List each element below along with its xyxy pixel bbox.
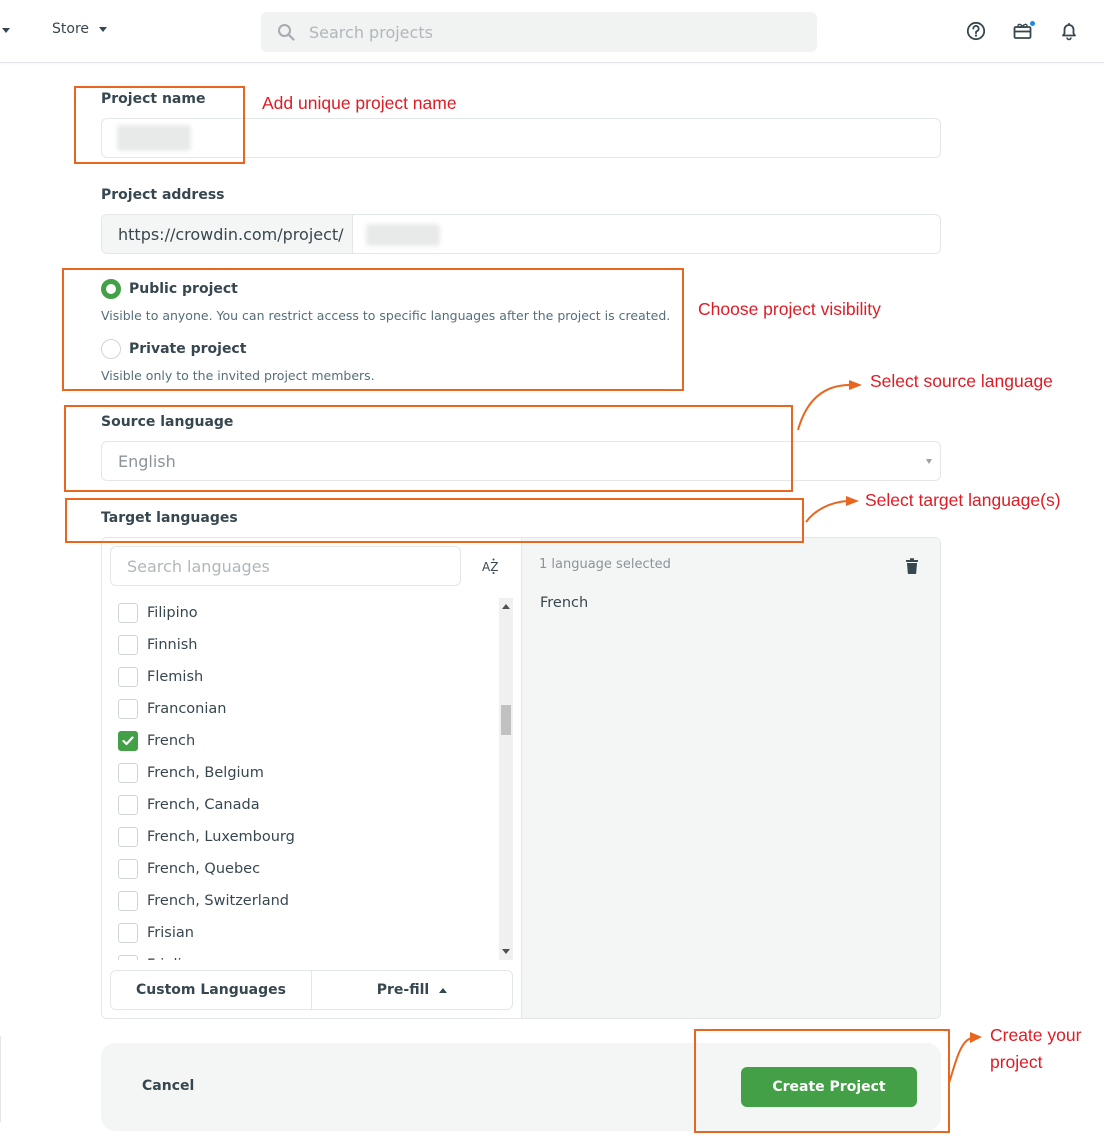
- language-name: French, Quebec: [147, 861, 261, 877]
- language-list: Filipino Finnish Flemish Franconian Fren…: [102, 598, 502, 960]
- annotation-box-target-languages: [65, 498, 804, 543]
- checkbox[interactable]: [118, 955, 138, 960]
- help-circle-icon[interactable]: [965, 20, 987, 42]
- language-item[interactable]: Filipino: [118, 601, 198, 625]
- selected-language-item: French: [540, 595, 589, 611]
- redacted-project-address: [366, 224, 440, 246]
- language-actions: Custom Languages Pre-fill: [110, 970, 513, 1010]
- language-item[interactable]: Friulian: [118, 953, 200, 960]
- language-name: Franconian: [147, 701, 227, 717]
- chevron-down-icon: [99, 26, 108, 32]
- language-item[interactable]: French, Switzerland: [118, 889, 289, 913]
- language-name: French, Canada: [147, 797, 260, 813]
- target-languages-panel: AZ Filipino Finnish Flemish Franconian F…: [101, 537, 941, 1019]
- project-address-field[interactable]: https://crowdin.com/project/: [101, 214, 941, 254]
- annotation-box-create-project: [694, 1029, 950, 1133]
- trash-icon: [906, 558, 918, 575]
- notification-dot: [1030, 21, 1035, 26]
- cancel-button[interactable]: Cancel: [142, 1078, 194, 1094]
- search-projects-field[interactable]: [261, 12, 817, 52]
- svg-text:AZ: AZ: [482, 560, 498, 574]
- language-name: French: [147, 733, 196, 749]
- annotation-visibility-hint: Choose project visibility: [698, 299, 881, 319]
- language-item[interactable]: French, Belgium: [118, 761, 264, 785]
- top-navigation-bar: Store: [0, 0, 1104, 63]
- arrow-target-languages: [805, 496, 859, 523]
- annotation-name-hint: Add unique project name: [262, 93, 457, 113]
- store-label: Store: [52, 21, 90, 37]
- language-name: French, Luxembourg: [147, 829, 295, 845]
- annotation-box-visibility: [62, 268, 684, 391]
- language-item[interactable]: French, Quebec: [118, 857, 260, 881]
- checkbox[interactable]: [118, 763, 138, 783]
- language-name: Friulian: [147, 957, 200, 960]
- search-icon: [278, 24, 295, 41]
- annotation-create-hint-line2: project: [990, 1052, 1043, 1072]
- custom-languages-button[interactable]: Custom Languages: [111, 971, 311, 1009]
- annotation-create-hint-line1: Create your: [990, 1025, 1082, 1045]
- annotation-box-source-language: [64, 405, 793, 492]
- checkbox[interactable]: [118, 891, 138, 911]
- checkbox[interactable]: [118, 635, 138, 655]
- language-item[interactable]: French: [118, 729, 195, 753]
- annotation-source-hint: Select source language: [870, 371, 1053, 391]
- scroll-up-arrow-icon[interactable]: [502, 604, 510, 609]
- available-languages-pane: AZ Filipino Finnish Flemish Franconian F…: [102, 538, 522, 1018]
- project-address-prefix: https://crowdin.com/project/: [102, 215, 353, 253]
- annotation-box-project-name: [74, 86, 245, 164]
- language-name: Frisian: [147, 925, 194, 941]
- clear-selected-button[interactable]: [906, 558, 918, 578]
- scroll-down-arrow-icon[interactable]: [502, 949, 510, 954]
- sort-az-button[interactable]: AZ: [482, 558, 502, 578]
- language-name: Finnish: [147, 637, 198, 653]
- language-item[interactable]: Franconian: [118, 697, 226, 721]
- language-name: French, Switzerland: [147, 893, 289, 909]
- project-address-label: Project address: [101, 187, 225, 203]
- nav-menu-caret-icon[interactable]: [2, 28, 10, 33]
- custom-languages-label: Custom Languages: [136, 982, 286, 998]
- language-item[interactable]: Flemish: [118, 665, 203, 689]
- page-edge-divider: [0, 1036, 1, 1122]
- search-languages-input[interactable]: [110, 546, 461, 586]
- selected-languages-pane: 1 language selected French: [522, 538, 940, 1018]
- language-item[interactable]: French, Luxembourg: [118, 825, 295, 849]
- checkbox[interactable]: [118, 603, 138, 623]
- prefill-button[interactable]: Pre-fill: [311, 971, 512, 1009]
- gift-button[interactable]: [1012, 20, 1035, 42]
- scrollbar-thumb[interactable]: [501, 705, 511, 735]
- store-menu[interactable]: Store: [52, 21, 108, 37]
- selected-count: 1 language selected: [539, 557, 671, 572]
- checkbox[interactable]: [118, 827, 138, 847]
- checkmark-icon: [122, 736, 134, 746]
- language-name: French, Belgium: [147, 765, 264, 781]
- search-projects-input[interactable]: [309, 22, 789, 42]
- language-name: Flemish: [147, 669, 204, 685]
- checkbox[interactable]: [118, 859, 138, 879]
- language-item[interactable]: French, Canada: [118, 793, 260, 817]
- language-name: Filipino: [147, 605, 198, 621]
- checkbox[interactable]: [118, 795, 138, 815]
- language-list-scrollbar[interactable]: [499, 598, 513, 960]
- bell-icon[interactable]: [1058, 20, 1080, 42]
- checkbox-checked[interactable]: [118, 731, 138, 751]
- arrow-create-project: [948, 1032, 982, 1084]
- language-item[interactable]: Finnish: [118, 633, 197, 657]
- chevron-up-icon: [439, 987, 448, 993]
- checkbox[interactable]: [118, 667, 138, 687]
- annotation-target-hint: Select target language(s): [865, 490, 1061, 510]
- dropdown-arrow-icon: [926, 459, 932, 464]
- prefill-label: Pre-fill: [376, 982, 430, 998]
- checkbox[interactable]: [118, 699, 138, 719]
- language-item[interactable]: Frisian: [118, 921, 194, 945]
- checkbox[interactable]: [118, 923, 138, 943]
- arrow-source-language: [797, 380, 862, 431]
- sort-az-icon: AZ: [482, 558, 498, 574]
